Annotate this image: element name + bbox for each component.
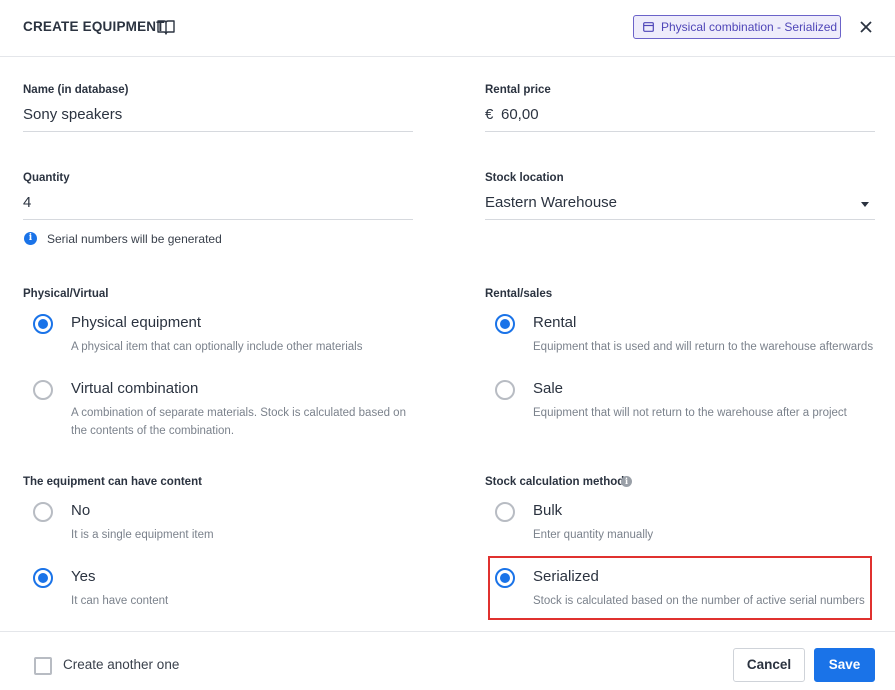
option-description: Equipment that is used and will return t…: [533, 341, 874, 353]
equipment-type-badge: Physical combination - Serialized: [633, 15, 841, 39]
stock-location-select[interactable]: Eastern Warehouse: [485, 176, 875, 220]
stock-method-label: Stock calculation method: [485, 476, 625, 488]
option-description: Equipment that will not return to the wa…: [533, 407, 847, 419]
name-value: Sony speakers: [23, 106, 123, 123]
radio-rental[interactable]: Rental Equipment that is used and will r…: [495, 314, 880, 354]
radio-button[interactable]: [495, 502, 515, 522]
serial-info-text: Serial numbers will be generated: [47, 232, 222, 246]
option-description: A physical item that can optionally incl…: [71, 341, 363, 353]
option-label: Physical equipment: [71, 314, 202, 331]
option-label: Yes: [71, 568, 96, 585]
modal-footer: Create another one Cancel Save: [0, 631, 895, 690]
option-label: Bulk: [533, 502, 563, 519]
info-circle-icon[interactable]: i: [621, 476, 632, 487]
radio-physical-equipment[interactable]: Physical equipment A physical item that …: [33, 314, 413, 354]
radio-button[interactable]: [33, 380, 53, 400]
option-label: Rental: [533, 314, 577, 331]
content-label: The equipment can have content: [23, 476, 202, 488]
option-description: It can have content: [71, 595, 169, 607]
calendar-icon: [643, 22, 654, 32]
radio-virtual-combination[interactable]: Virtual combination A combination of sep…: [33, 380, 413, 438]
modal-title: CREATE EQUIPMENT: [23, 19, 165, 34]
radio-bulk[interactable]: Bulk Enter quantity manually: [495, 502, 880, 542]
option-description: A combination of separate materials. Sto…: [71, 407, 406, 437]
currency-symbol: €: [485, 106, 494, 123]
radio-content-no[interactable]: No It is a single equipment item: [33, 502, 413, 542]
caret-down-icon: [861, 202, 869, 207]
quantity-input[interactable]: 4: [23, 176, 413, 220]
radio-button[interactable]: [33, 314, 53, 334]
option-description: Enter quantity manually: [533, 529, 654, 541]
close-icon[interactable]: [859, 20, 873, 34]
option-description: It is a single equipment item: [71, 529, 214, 541]
radio-button[interactable]: [495, 380, 515, 400]
quantity-value: 4: [23, 194, 32, 211]
radio-button[interactable]: [495, 314, 515, 334]
badge-label: Physical combination - Serialized: [661, 20, 838, 34]
highlight-box: [488, 556, 872, 620]
modal-header: CREATE EQUIPMENT Physical combination - …: [0, 0, 895, 57]
create-another-label[interactable]: Create another one: [63, 657, 179, 672]
cancel-button[interactable]: Cancel: [733, 648, 805, 682]
radio-button[interactable]: [33, 568, 53, 588]
rental-price-value: 60,00: [501, 106, 539, 123]
book-icon[interactable]: [157, 19, 175, 35]
create-another-checkbox[interactable]: [34, 657, 52, 675]
name-input[interactable]: Sony speakers: [23, 88, 413, 132]
physical-virtual-label: Physical/Virtual: [23, 288, 109, 300]
stock-location-value: Eastern Warehouse: [485, 194, 618, 211]
option-label: Sale: [533, 380, 564, 397]
save-button[interactable]: Save: [814, 648, 875, 682]
option-label: Virtual combination: [71, 380, 199, 397]
info-icon: i: [24, 232, 37, 245]
radio-content-yes[interactable]: Yes It can have content: [33, 568, 413, 608]
option-label: No: [71, 502, 91, 519]
radio-sale[interactable]: Sale Equipment that will not return to t…: [495, 380, 880, 420]
radio-button[interactable]: [33, 502, 53, 522]
rental-price-input[interactable]: € 60,00: [485, 88, 875, 132]
rental-sales-label: Rental/sales: [485, 288, 553, 300]
